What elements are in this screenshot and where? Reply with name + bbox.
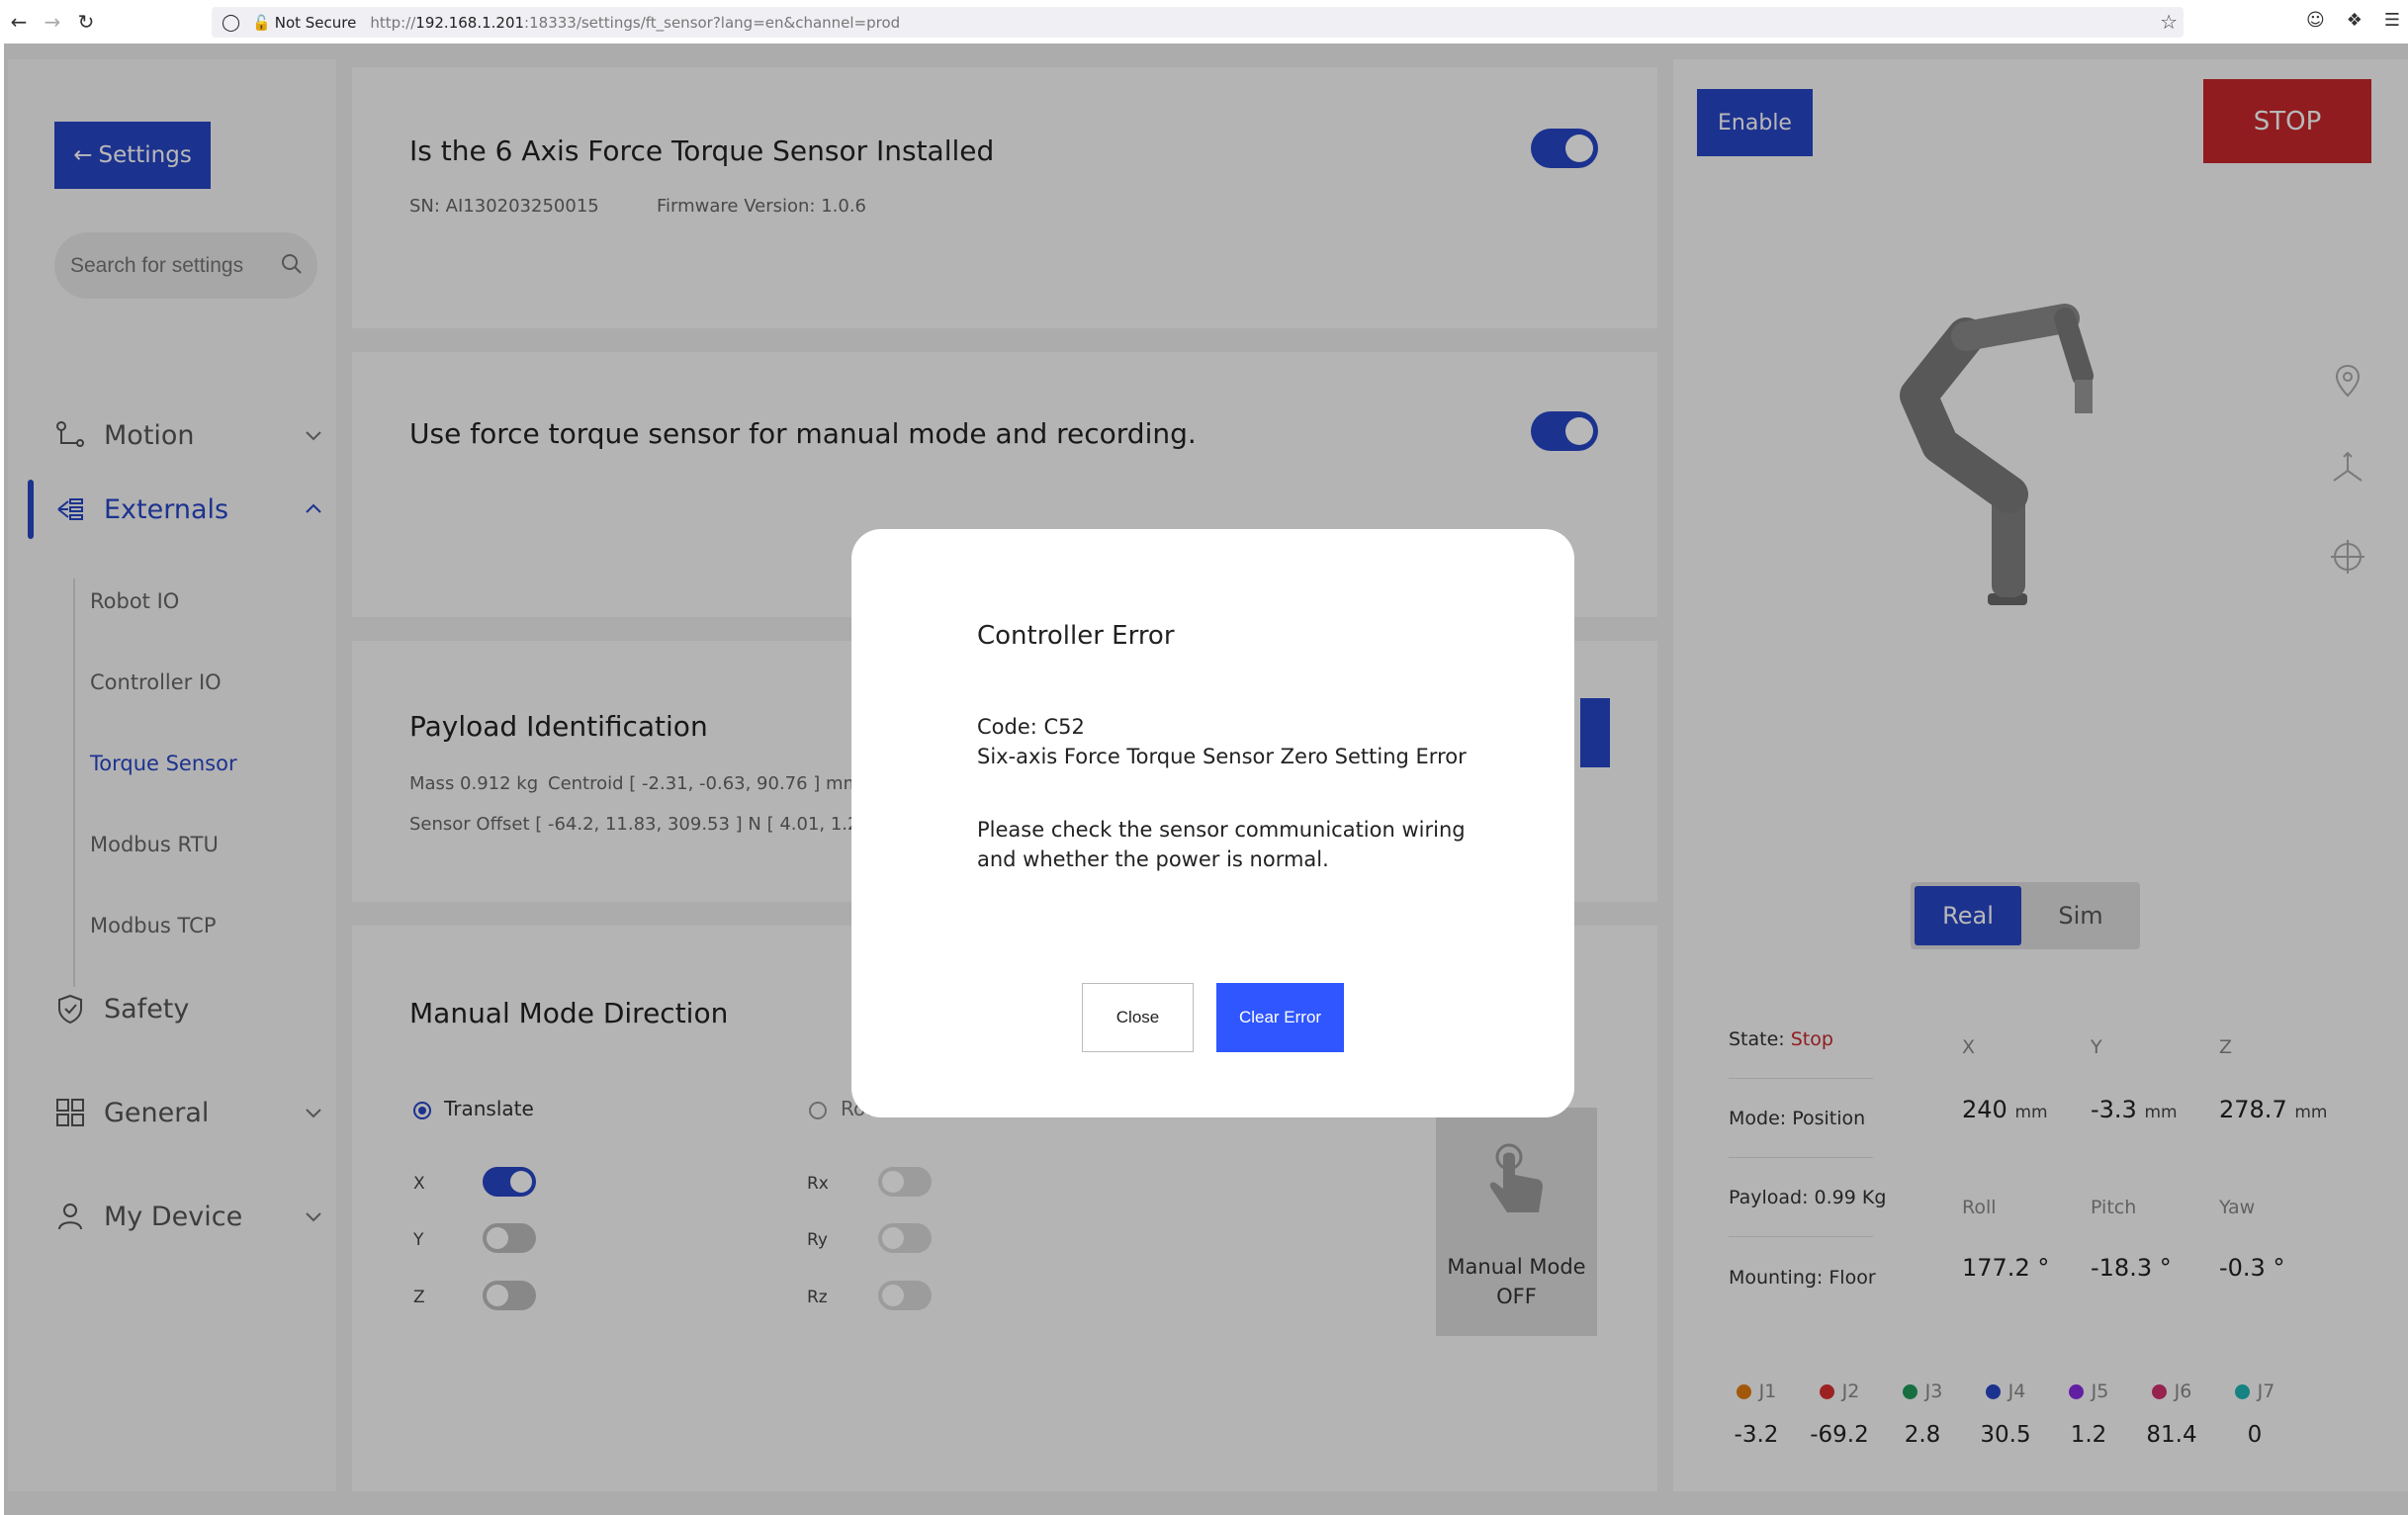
- insecure-lock-icon: 🔓: [252, 13, 271, 32]
- reload-icon[interactable]: ↻: [71, 7, 101, 37]
- error-code: Code: C52: [977, 715, 1085, 739]
- address-bar[interactable]: ◯ 🔓 Not Secure http://192.168.1.201:1833…: [212, 7, 2184, 38]
- modal-backdrop[interactable]: Controller Error Code: C52 Six-axis Forc…: [4, 44, 2408, 1515]
- browser-toolbar: ← → ↻ ◯ 🔓 Not Secure http://192.168.1.20…: [0, 0, 2408, 44]
- url-text[interactable]: http://192.168.1.201:18333/settings/ft_s…: [370, 14, 900, 32]
- clear-error-button[interactable]: Clear Error: [1216, 983, 1344, 1052]
- error-hint-line1: Please check the sensor communication wi…: [977, 818, 1466, 842]
- forward-arrow-icon[interactable]: →: [38, 7, 67, 37]
- error-message: Six-axis Force Torque Sensor Zero Settin…: [977, 745, 1467, 768]
- shield-icon[interactable]: ◯: [222, 13, 240, 33]
- account-icon[interactable]: ☺: [2306, 10, 2325, 31]
- dialog-title: Controller Error: [977, 621, 1175, 651]
- not-secure-label[interactable]: Not Secure: [275, 14, 357, 32]
- controller-error-dialog: Controller Error Code: C52 Six-axis Forc…: [851, 529, 1574, 1117]
- back-arrow-icon[interactable]: ←: [4, 7, 34, 37]
- bookmark-star-icon[interactable]: ☆: [2160, 10, 2178, 34]
- extensions-icon[interactable]: ❖: [2347, 10, 2363, 31]
- close-button[interactable]: Close: [1082, 983, 1194, 1052]
- error-hint-line2: and whether the power is normal.: [977, 847, 1329, 871]
- menu-icon[interactable]: ☰: [2384, 10, 2400, 31]
